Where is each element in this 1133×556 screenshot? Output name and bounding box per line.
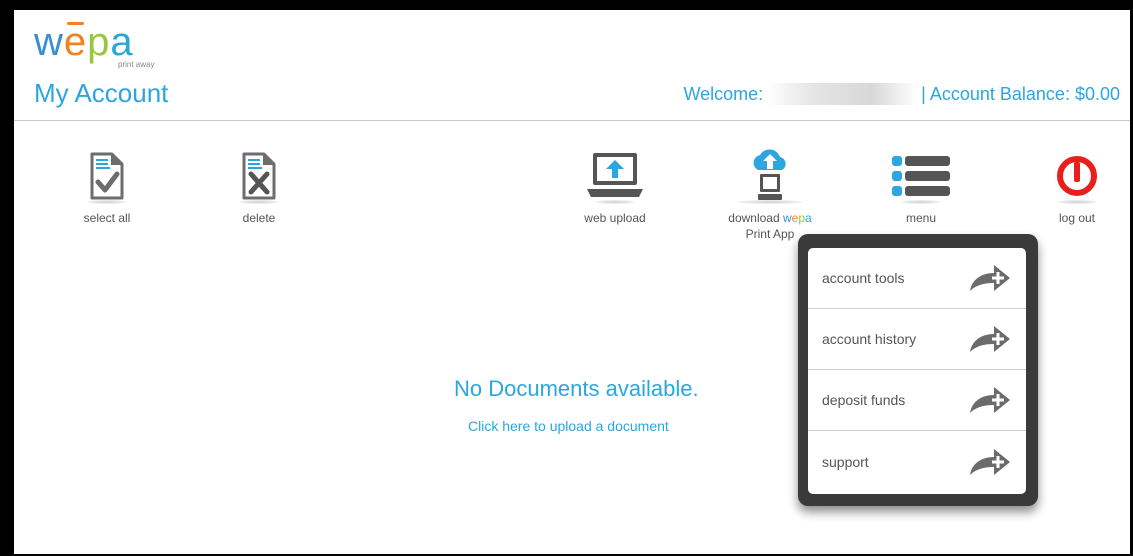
arrow-plus-icon [970,265,1010,291]
brand-a: a [805,211,812,225]
select-all-button[interactable]: select all [72,146,142,226]
app-window: wepa print away My Account Welcome: | Ac… [14,10,1130,554]
list-menu-icon [892,156,950,196]
menu-item-deposit-funds[interactable]: deposit funds [808,370,1026,431]
web-upload-button[interactable]: web upload [580,146,650,226]
menu-item-label: deposit funds [822,392,906,408]
menu-item-account-tools[interactable]: account tools [808,248,1026,309]
account-menu-list: account tools account history deposit fu… [808,248,1026,494]
download-print-app-button[interactable]: download wepa Print App [722,146,818,242]
menu-item-account-history[interactable]: account history [808,309,1026,370]
arrow-plus-icon [970,449,1010,475]
welcome-label: Welcome: [683,83,764,104]
logo-letter-e: e [63,20,88,64]
wepa-logo[interactable]: wepa print away [34,22,164,72]
menu-button[interactable]: menu [886,146,956,226]
download-label-prefix: download [728,211,780,225]
arrow-plus-icon [970,387,1010,413]
laptop-upload-icon [587,153,643,197]
account-balance: | Account Balance: $0.00 [921,83,1120,104]
menu-item-label: account tools [822,270,905,286]
account-menu-popover: account tools account history deposit fu… [798,234,1038,506]
empty-state-title: No Documents available. [454,376,699,401]
menu-item-support[interactable]: support [808,431,1026,493]
arrow-plus-icon [970,326,1010,352]
log-out-label: log out [1058,211,1096,225]
menu-label: menu [905,211,937,225]
logo-letter-w: w [34,20,64,64]
redacted-username [767,83,918,105]
logo-wordmark: wepa [34,22,134,62]
document-x-icon [242,152,276,200]
download-label-brand: wepa [783,211,812,225]
menu-item-label: account history [822,331,917,347]
cloud-download-computer-icon [753,149,786,200]
brand-w: w [782,211,792,225]
page-title: My Account [34,78,169,108]
select-all-label: select all [83,211,131,225]
header-divider [14,120,1130,121]
delete-label: delete [242,211,276,225]
logo-letter-a: a [110,20,134,64]
download-label-suffix: Print App [745,227,795,241]
power-icon [1057,156,1097,196]
upload-document-link[interactable]: Click here to upload a document [468,418,669,434]
account-status: Welcome: | Account Balance: $0.00 [683,83,1120,105]
web-upload-label: web upload [584,211,646,225]
logo-letter-p: p [87,20,111,64]
menu-item-label: support [822,454,869,470]
delete-button[interactable]: delete [224,146,294,226]
document-check-icon [90,152,124,200]
logo-tagline: print away [118,60,155,69]
log-out-button[interactable]: log out [1042,146,1112,226]
